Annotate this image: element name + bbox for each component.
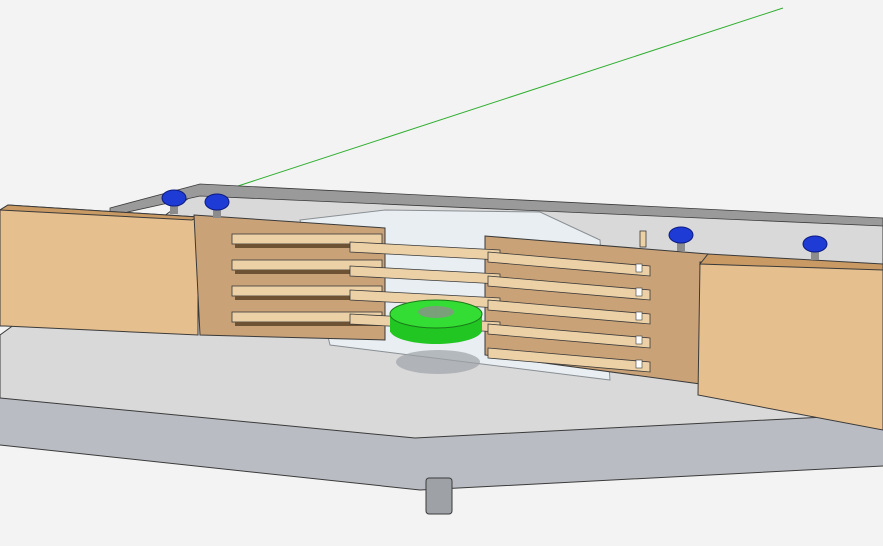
bit-shadow [396, 350, 480, 374]
slat-end-cap [635, 311, 643, 321]
router-table-fence-model [0, 7, 883, 515]
router-post [425, 477, 453, 515]
dowel-pin [639, 230, 647, 248]
sketchup-viewport[interactable] [0, 0, 883, 546]
green-axis-line [237, 7, 784, 187]
slat-end-cap [635, 263, 643, 273]
slat-end-cap [635, 335, 643, 345]
router-bit-icon [389, 299, 483, 344]
left-fence-board [0, 204, 199, 336]
slat-end-cap [635, 359, 643, 369]
slat-end-cap [635, 287, 643, 297]
